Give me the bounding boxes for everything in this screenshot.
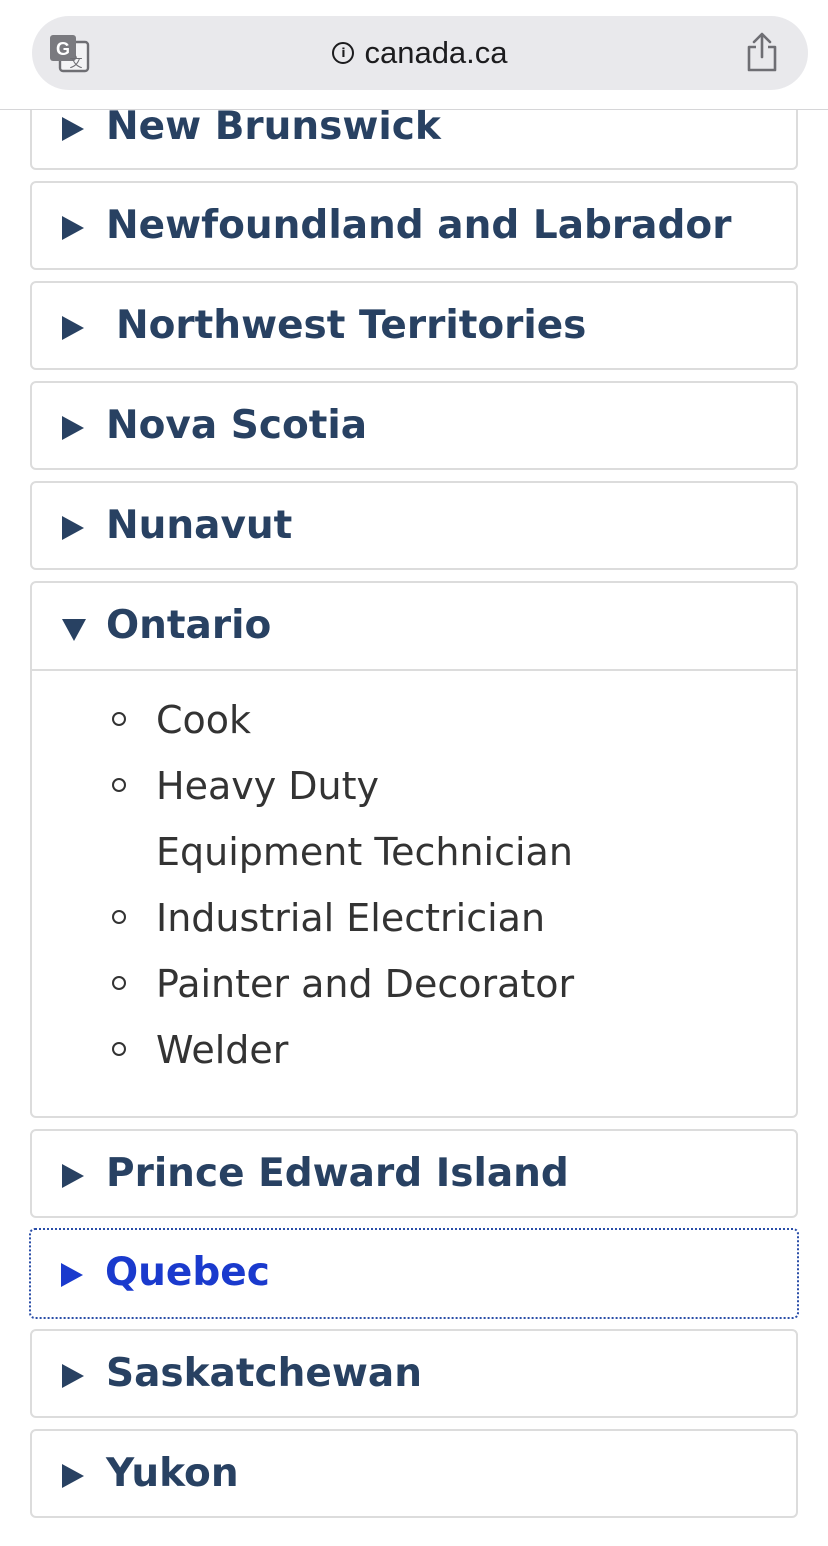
circle-bullet-icon bbox=[112, 976, 126, 990]
list-item-text: Heavy Duty Equipment Technician bbox=[156, 764, 573, 874]
circle-bullet-icon bbox=[112, 910, 126, 924]
accordion-title: Northwest Territories bbox=[116, 303, 587, 348]
accordion-header[interactable]: Newfoundland and Labrador bbox=[32, 183, 796, 269]
accordion-title: Saskatchewan bbox=[106, 1351, 422, 1396]
browser-toolbar: G 文 i canada.ca bbox=[0, 0, 828, 110]
accordion-newfoundland-and-labrador[interactable]: Newfoundland and Labrador bbox=[30, 181, 798, 270]
occupation-list: Cook Heavy Duty Equipment Technician Ind… bbox=[32, 671, 796, 1083]
accordion-header[interactable]: Prince Edward Island bbox=[32, 1131, 796, 1217]
expand-triangle-icon bbox=[61, 1263, 83, 1287]
url-text: canada.ca bbox=[364, 35, 508, 70]
list-item-text: Cook bbox=[156, 698, 252, 742]
share-icon[interactable] bbox=[746, 32, 778, 72]
accordion-header[interactable]: Northwest Territories bbox=[32, 283, 796, 369]
accordion-nunavut[interactable]: Nunavut bbox=[30, 481, 798, 570]
expand-triangle-icon bbox=[62, 117, 84, 141]
expand-triangle-icon bbox=[62, 1364, 84, 1388]
expand-triangle-icon bbox=[62, 1164, 84, 1188]
info-icon[interactable]: i bbox=[332, 42, 355, 64]
list-item-text: Painter and Decorator bbox=[156, 962, 575, 1006]
list-item: Heavy Duty Equipment Technician bbox=[32, 753, 796, 885]
accordion-title: Yukon bbox=[106, 1451, 239, 1496]
expand-triangle-icon bbox=[62, 416, 84, 440]
accordion-title: Quebec bbox=[105, 1250, 270, 1295]
address-bar[interactable]: G 文 i canada.ca bbox=[32, 16, 808, 90]
accordion-panel: Cook Heavy Duty Equipment Technician Ind… bbox=[32, 669, 796, 1083]
accordion-header[interactable]: Yukon bbox=[32, 1431, 796, 1517]
accordion-header[interactable]: Quebec bbox=[31, 1230, 797, 1316]
accordion-header[interactable]: Saskatchewan bbox=[32, 1331, 796, 1417]
list-item-text: Welder bbox=[156, 1028, 289, 1072]
list-item: Industrial Electrician bbox=[32, 885, 796, 951]
accordion-title: Prince Edward Island bbox=[106, 1151, 569, 1196]
accordion-yukon[interactable]: Yukon bbox=[30, 1429, 798, 1518]
list-item: Painter and Decorator bbox=[32, 951, 796, 1017]
list-item: Cook bbox=[32, 687, 796, 753]
accordion-header[interactable]: Ontario bbox=[32, 583, 796, 669]
expand-triangle-icon bbox=[62, 516, 84, 540]
accordion-title: Newfoundland and Labrador bbox=[106, 203, 732, 248]
accordion-title: Nunavut bbox=[106, 503, 293, 548]
accordion-ontario[interactable]: Ontario Cook Heavy Duty Equipment Techni… bbox=[30, 581, 798, 1118]
accordion-quebec[interactable]: Quebec bbox=[29, 1228, 799, 1319]
list-item-text: Industrial Electrician bbox=[156, 896, 546, 940]
accordion-header[interactable]: Nova Scotia bbox=[32, 383, 796, 469]
accordion-header[interactable]: Nunavut bbox=[32, 483, 796, 569]
accordion-title: Nova Scotia bbox=[106, 403, 368, 448]
accordion-northwest-territories[interactable]: Northwest Territories bbox=[30, 281, 798, 370]
accordion-saskatchewan[interactable]: Saskatchewan bbox=[30, 1329, 798, 1418]
circle-bullet-icon bbox=[112, 778, 126, 792]
expand-triangle-icon bbox=[62, 216, 84, 240]
circle-bullet-icon bbox=[112, 712, 126, 726]
expand-triangle-icon bbox=[62, 316, 84, 340]
url-display[interactable]: i canada.ca bbox=[32, 16, 808, 90]
accordion-title: Ontario bbox=[106, 603, 272, 648]
accordion-prince-edward-island[interactable]: Prince Edward Island bbox=[30, 1129, 798, 1218]
accordion-nova-scotia[interactable]: Nova Scotia bbox=[30, 381, 798, 470]
circle-bullet-icon bbox=[112, 1042, 126, 1056]
list-item: Welder bbox=[32, 1017, 796, 1083]
expand-triangle-icon bbox=[62, 1464, 84, 1488]
collapse-triangle-icon bbox=[62, 619, 86, 641]
